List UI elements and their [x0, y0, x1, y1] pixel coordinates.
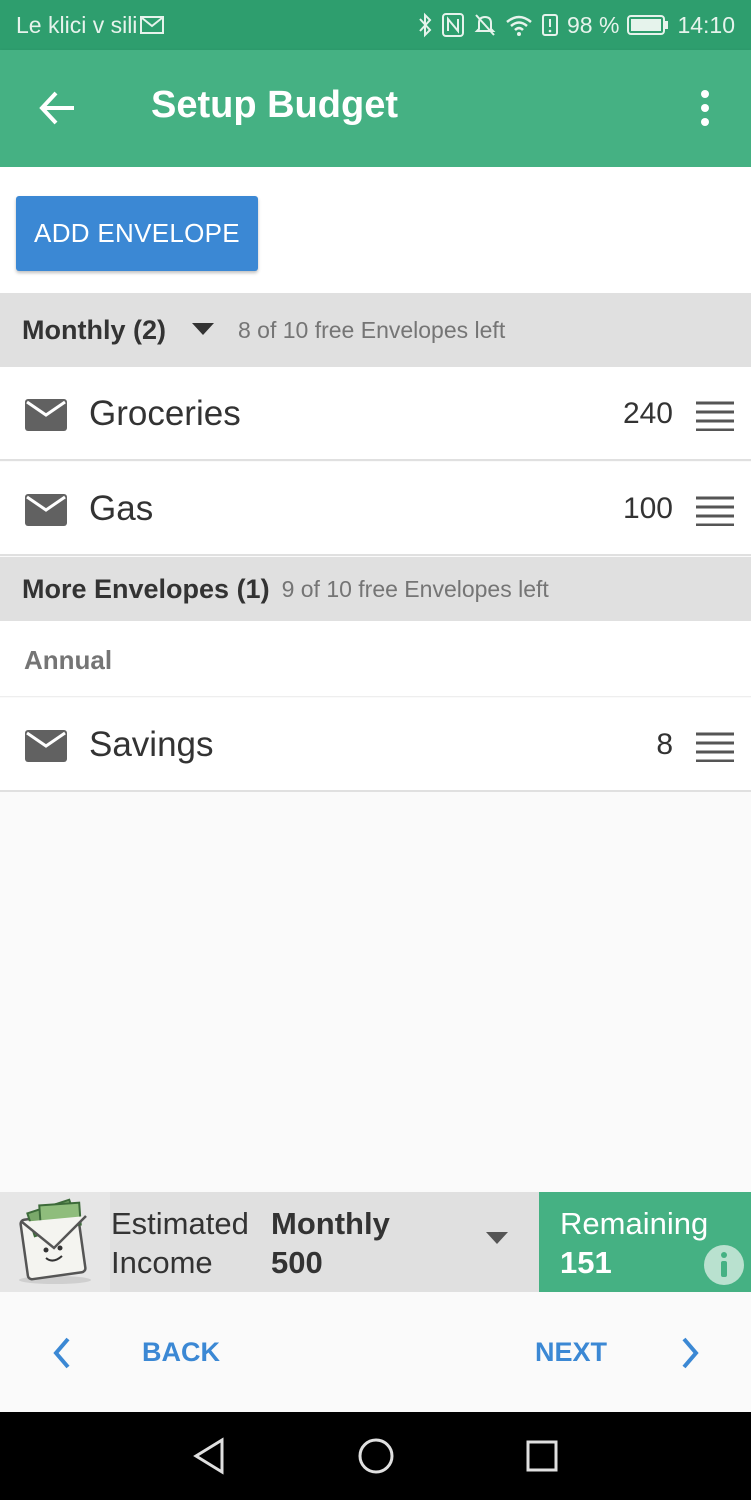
- chevron-left-icon[interactable]: [48, 1336, 76, 1370]
- envelope-icon: [24, 398, 68, 432]
- income-label: Estimated Income: [111, 1204, 249, 1282]
- system-recents-icon[interactable]: [522, 1436, 562, 1476]
- income-period: Monthly: [271, 1206, 390, 1241]
- alert-icon: [541, 12, 559, 38]
- nfc-icon: [441, 12, 465, 38]
- envelope-amount[interactable]: 100: [623, 492, 673, 526]
- section-header-more-envelopes[interactable]: More Envelopes (1) 9 of 10 free Envelope…: [0, 557, 751, 621]
- chevron-right-icon[interactable]: [676, 1336, 704, 1370]
- status-bar: Le klici v sili 98 % 14:10: [0, 0, 751, 50]
- back-button[interactable]: BACK: [142, 1337, 220, 1368]
- wizard-navigation: BACK NEXT: [0, 1292, 751, 1412]
- remaining-panel[interactable]: Remaining 151: [539, 1192, 751, 1292]
- message-notification-icon: [139, 14, 165, 36]
- app-bar: Setup Budget: [0, 50, 751, 167]
- page-title: Setup Budget: [151, 84, 398, 126]
- drag-handle-icon[interactable]: [696, 730, 734, 763]
- next-button[interactable]: NEXT: [535, 1337, 607, 1368]
- section-header-monthly[interactable]: Monthly (2) 8 of 10 free Envelopes left: [0, 293, 751, 367]
- group-label-annual: Annual: [0, 621, 751, 697]
- add-envelope-button[interactable]: ADD ENVELOPE: [16, 196, 258, 271]
- envelope-label: Groceries: [89, 394, 241, 433]
- envelope-icon: [24, 729, 68, 763]
- section-title: Monthly (2): [22, 314, 166, 345]
- mute-icon: [473, 12, 497, 38]
- income-label-line2: Income: [111, 1245, 213, 1280]
- system-home-icon[interactable]: [356, 1436, 396, 1476]
- chevron-down-icon[interactable]: [191, 323, 214, 337]
- battery-percent: 98 %: [567, 11, 620, 38]
- envelope-amount[interactable]: 240: [623, 397, 673, 431]
- system-back-icon[interactable]: [190, 1436, 230, 1476]
- section-hint: 8 of 10 free Envelopes left: [237, 316, 506, 343]
- envelope-icon: [24, 493, 68, 527]
- group-label-text: Annual: [24, 645, 113, 675]
- back-arrow-icon[interactable]: [38, 88, 78, 128]
- section-hint: 9 of 10 free Envelopes left: [281, 575, 549, 602]
- wifi-icon: [505, 13, 533, 37]
- envelope-amount[interactable]: 8: [656, 728, 673, 762]
- envelope-mascot-logo: [0, 1192, 110, 1292]
- bluetooth-icon: [417, 12, 433, 38]
- income-bar[interactable]: Estimated Income Monthly 500 Remaining 1…: [0, 1192, 751, 1292]
- remaining-label: Remaining: [560, 1206, 709, 1241]
- remaining-value: 151: [560, 1245, 612, 1280]
- status-bar-left: Le klici v sili: [16, 12, 165, 39]
- envelope-row[interactable]: Savings 8: [0, 698, 751, 792]
- battery-icon: [627, 14, 669, 36]
- add-envelope-area: ADD ENVELOPE: [0, 167, 751, 293]
- income-value[interactable]: Monthly 500: [271, 1204, 390, 1282]
- chevron-down-icon[interactable]: [484, 1230, 510, 1246]
- info-icon[interactable]: [703, 1244, 745, 1286]
- section-title: More Envelopes (1): [22, 573, 270, 604]
- drag-handle-icon[interactable]: [696, 494, 734, 527]
- income-label-line1: Estimated: [111, 1206, 249, 1241]
- status-bar-right: 98 % 14:10: [417, 12, 735, 39]
- clock: 14:10: [677, 11, 735, 38]
- envelope-row[interactable]: Groceries 240: [0, 367, 751, 461]
- overflow-menu-icon[interactable]: [693, 88, 717, 128]
- carrier-label: Le klici v sili: [16, 11, 138, 38]
- envelope-label: Savings: [89, 725, 214, 764]
- envelope-row[interactable]: Gas 100: [0, 462, 751, 556]
- envelope-label: Gas: [89, 489, 154, 528]
- drag-handle-icon[interactable]: [696, 395, 734, 432]
- income-amount: 500: [271, 1245, 323, 1280]
- budget-content: ADD ENVELOPE Monthly (2) 8 of 10 free En…: [0, 167, 751, 1192]
- system-navigation-bar: [0, 1412, 751, 1500]
